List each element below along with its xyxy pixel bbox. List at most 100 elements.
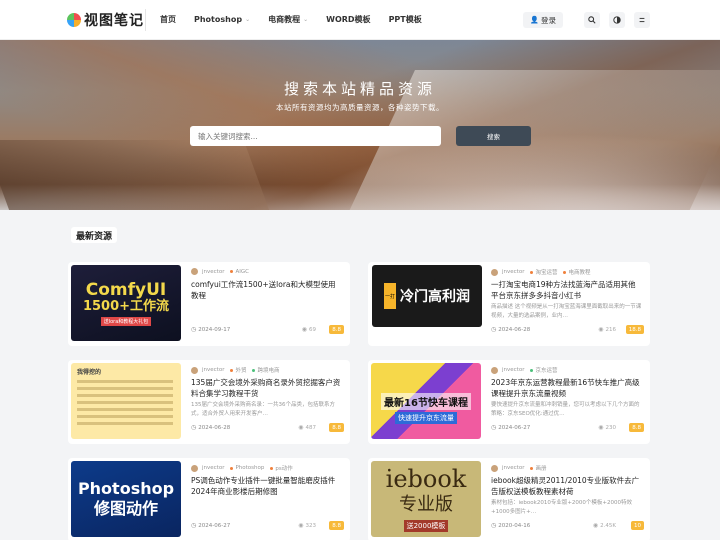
price-badge: 8.8: [329, 521, 344, 530]
user-icon: 👤: [530, 16, 539, 24]
site-header: 视图笔记 首页 Photoshop ⌄ 电商教程 ⌄ WORD模板 PPT模板 👤 …: [0, 0, 720, 40]
resource-card[interactable]: 一打 冷门高利润 jnvector 淘宝运营 电商教程 一打淘宝电商19种方法找…: [368, 262, 650, 346]
card-views: ◉ 69: [302, 326, 316, 333]
views-text: 323: [305, 522, 317, 529]
card-title[interactable]: comfyui工作流1500+送lora和大模型使用教程: [191, 279, 343, 301]
card-desc: 135届广交会境外采购商名录：一共36个品类，包括联系方式，适合外贸人用来开发客…: [191, 402, 335, 417]
avatar: [491, 366, 498, 374]
thumb-text: 送lora和教程大礼包: [100, 316, 152, 326]
nav-item-home[interactable]: 首页: [160, 14, 176, 25]
tag-dot-icon: [530, 466, 534, 470]
thumb-text: iebook: [385, 465, 467, 493]
card-title[interactable]: iebook超级精灵2011/2010专业版软件去广告版权送模板教程素材荷: [491, 475, 643, 497]
search-input[interactable]: [190, 126, 441, 146]
views-text: 216: [605, 326, 617, 333]
card-date: ◷ 2024-06-27: [191, 522, 230, 529]
tag-dot-icon: [230, 368, 234, 372]
card-desc: 商品描述 这个视频是从一打淘宝蓝海课里面截取出来的一节课视频，大量的选品案例，业…: [491, 304, 642, 319]
nav-item-ppt[interactable]: PPT模板: [389, 14, 422, 25]
card-meta: jnvector 外贸 跨境电商: [191, 366, 280, 374]
card-author[interactable]: jnvector: [502, 269, 524, 275]
card-author[interactable]: jnvector: [202, 367, 224, 373]
views-text: 2.45K: [600, 522, 616, 529]
nav-item-photoshop[interactable]: Photoshop ⌄: [194, 15, 250, 24]
card-date: ◷ 2024-09-17: [191, 326, 230, 333]
card-tag[interactable]: 跨境电商: [257, 366, 279, 374]
card-tag[interactable]: ps动作: [275, 464, 292, 472]
price-badge: 8.8: [329, 325, 344, 334]
date-text: 2024-09-17: [198, 326, 231, 333]
site-logo[interactable]: 视图笔记: [67, 10, 145, 30]
search-submit-button[interactable]: 搜索: [456, 126, 531, 146]
card-views: ◉ 216: [598, 326, 616, 333]
chevron-down-icon: ⌄: [303, 16, 309, 23]
tag-dot-icon: [270, 466, 274, 470]
card-author[interactable]: jnvector: [202, 269, 224, 275]
nav-item-word[interactable]: WORD模板: [326, 14, 370, 25]
price-badge: 10: [631, 521, 644, 530]
thumb-line-decoration: [77, 415, 173, 418]
theme-toggle-button[interactable]: [609, 12, 625, 28]
avatar: [191, 268, 198, 275]
card-tag[interactable]: Photoshop: [235, 465, 264, 471]
nav-label: 首页: [160, 15, 176, 24]
logo-text: 视图笔记: [84, 12, 144, 29]
card-tag[interactable]: 画册: [535, 464, 546, 472]
chevron-down-icon: ⌄: [245, 16, 251, 23]
card-title[interactable]: 135届广交会境外采购商名录外贸挖掘客户资料合集学习教程干货: [191, 377, 343, 399]
card-thumbnail[interactable]: 一打 冷门高利润: [372, 265, 482, 327]
thumb-text: 我得挖的: [77, 369, 102, 376]
date-text: 2024-06-27: [198, 522, 231, 529]
thumb-text: 送2000模板: [403, 520, 449, 532]
card-author[interactable]: jnvector: [502, 465, 524, 471]
date-text: 2024-06-28: [498, 326, 531, 333]
clock-icon: ◷: [191, 424, 197, 431]
logo-mark-icon: [67, 12, 81, 27]
card-date: ◷ 2024-06-28: [191, 424, 230, 431]
avatar: [191, 366, 198, 374]
resource-card[interactable]: 我得挖的 jnvector 外贸 跨境电商 135届广交会境外采购商名录外贸挖掘…: [68, 360, 350, 444]
card-meta: jnvector AIGC: [191, 268, 249, 275]
card-views: ◉ 2.45K: [593, 522, 616, 529]
card-tag[interactable]: 电商教程: [568, 268, 590, 276]
thumb-line-decoration: [77, 408, 173, 411]
card-title[interactable]: 2023年京东运营教程最新16节快车推广高级课程提升京东流量视频: [491, 377, 643, 399]
thumb-line-decoration: [77, 387, 173, 390]
mountain-ridge-decoration: [0, 140, 277, 210]
card-meta: jnvector Photoshop ps动作: [191, 464, 293, 472]
thumb-text: 修图动作: [93, 499, 158, 518]
clock-icon: ◷: [191, 522, 197, 529]
card-thumbnail[interactable]: 最新16节快车课程 快速提升京东流量: [371, 363, 481, 439]
menu-button[interactable]: [634, 12, 650, 28]
hero-banner: 搜索本站精品资源 本站所有资源均为高质量资源，各种姿势下载。 搜索: [0, 40, 720, 210]
resource-card[interactable]: iebook 专业版 送2000模板 jnvector 画册 iebook超级精…: [368, 458, 650, 540]
search-button[interactable]: [584, 12, 600, 28]
card-author[interactable]: jnvector: [502, 367, 524, 373]
nav-label: Photoshop: [194, 15, 243, 24]
card-title[interactable]: 一打淘宝电商19种方法找蓝海产品适用其他平台京东拼多多抖音小红书: [491, 279, 643, 301]
nav-item-ecommerce[interactable]: 电商教程 ⌄: [268, 14, 308, 25]
resource-card[interactable]: 最新16节快车课程 快速提升京东流量 jnvector 京东运营 2023年京东…: [368, 360, 650, 444]
thumb-text: 一打: [384, 283, 396, 309]
header-actions: 👤 登录: [523, 12, 650, 28]
thumb-text: 快速提升京东流量: [395, 411, 457, 424]
card-tag[interactable]: 外贸: [235, 366, 246, 374]
resource-card[interactable]: ComfyUI 1500+工作流 送lora和教程大礼包 jnvector AI…: [68, 262, 350, 346]
eye-icon: ◉: [298, 424, 304, 431]
card-thumbnail[interactable]: Photoshop 修图动作: [71, 461, 181, 537]
card-author[interactable]: jnvector: [202, 465, 224, 471]
card-thumbnail[interactable]: iebook 专业版 送2000模板: [371, 461, 481, 537]
card-title[interactable]: PS调色动作专业插件一键批量智能磨皮插件2024年商业影楼后期修图: [191, 475, 343, 497]
resource-card[interactable]: Photoshop 修图动作 jnvector Photoshop ps动作 P…: [68, 458, 350, 540]
date-text: 2024-06-27: [498, 424, 531, 431]
thumb-line-decoration: [77, 394, 173, 397]
login-button[interactable]: 👤 登录: [523, 12, 563, 28]
search-icon: [588, 16, 596, 24]
thumb-text: 冷门高利润: [400, 289, 470, 305]
card-thumbnail[interactable]: ComfyUI 1500+工作流 送lora和教程大礼包: [71, 265, 181, 341]
card-tag[interactable]: 淘宝运营: [535, 268, 557, 276]
eye-icon: ◉: [301, 326, 307, 333]
card-tag[interactable]: 京东运营: [535, 366, 557, 374]
card-tag[interactable]: AIGC: [235, 269, 249, 275]
card-thumbnail[interactable]: 我得挖的: [71, 363, 181, 439]
